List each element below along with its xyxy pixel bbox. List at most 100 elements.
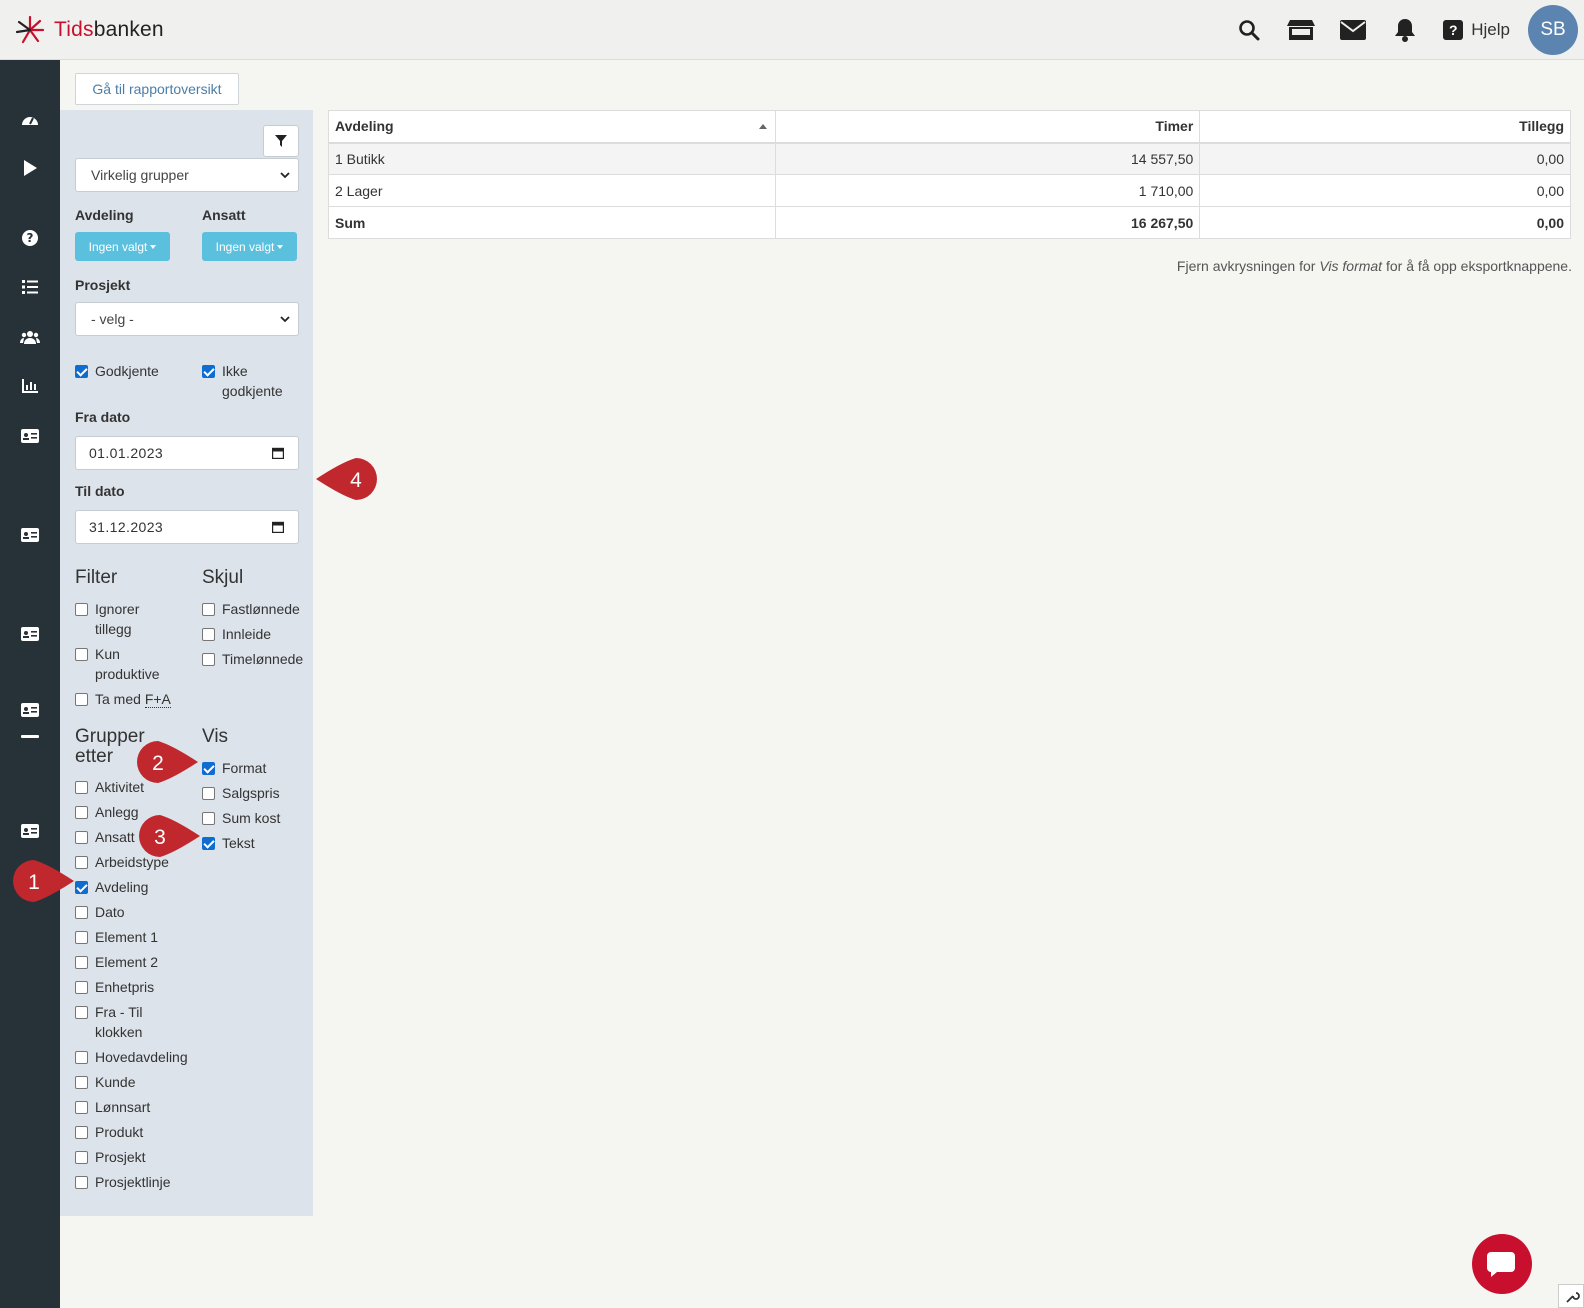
group-hovedavdeling-checkbox[interactable] [75,1051,88,1064]
search-icon[interactable] [1223,0,1275,60]
cell-timer: 14 557,50 [774,142,1201,175]
group-arbeidstype-checkbox[interactable] [75,856,88,869]
innleide-checkbox[interactable] [202,628,215,641]
kun-produktive-checkbox[interactable] [75,648,88,661]
id-card-icon-5[interactable] [20,821,40,841]
vis-format-checkbox[interactable] [202,762,215,775]
group-element2-label: Element 2 [95,954,159,970]
vis-sum-kost-checkbox[interactable] [202,812,215,825]
wrench-icon[interactable] [1558,1284,1584,1308]
help-link[interactable]: ? Hjelp [1443,20,1510,40]
dashboard-icon[interactable] [20,110,40,130]
group-hovedavdeling-label: Hovedavdeling [95,1049,188,1065]
timelonnede-label: Timelønnede [222,651,304,667]
group-dato-checkbox[interactable] [75,906,88,919]
id-card-icon-4[interactable] [20,700,40,720]
group-lonnsart-checkbox[interactable] [75,1101,88,1114]
group-prosjektlinje-checkbox[interactable] [75,1176,88,1189]
group-ansatt-checkbox[interactable] [75,831,88,844]
fra-dato-input[interactable]: 01.01.2023 [75,436,299,470]
caret-down-icon [150,244,157,249]
vis-heading: Vis [202,726,229,747]
group-anlegg-checkbox[interactable] [75,806,88,819]
chevron-down-icon [280,316,290,323]
prosjekt-select[interactable]: - velg - [75,302,299,336]
ignorer-tillegg-checkbox[interactable] [75,603,88,616]
vis-salgspris-checkbox[interactable] [202,787,215,800]
group-element1-checkbox[interactable] [75,931,88,944]
group-ansatt-label: Ansatt [95,829,135,845]
group-element2-checkbox[interactable] [75,956,88,969]
help-icon: ? [1443,20,1464,40]
table-row: 1 Butikk 14 557,50 0,00 [328,142,1571,175]
avatar[interactable]: SB [1528,5,1578,55]
column-header-tillegg[interactable]: Tillegg [1199,110,1571,144]
goto-report-overview-button[interactable]: Gå til rapportoversikt [75,73,239,105]
column-header-timer[interactable]: Timer [774,110,1201,144]
cell-avdeling: 1 Butikk [328,142,776,175]
logo-icon [15,15,45,44]
logo[interactable]: Tidsbanken [14,14,164,46]
callout-marker-2-label: 2 [152,752,164,775]
calendar-icon[interactable] [272,447,284,459]
ta-med-fa-label: Ta med F+A [95,691,171,708]
callout-marker-2: 2 [137,741,198,783]
fastlonnede-checkbox[interactable] [202,603,215,616]
godkjente-checkbox[interactable] [75,365,88,378]
group-avdeling-checkbox[interactable] [75,881,88,894]
caret-down-icon [277,244,284,249]
vis-salgspris-label: Salgspris [222,785,280,801]
fra-dato-label: Fra dato [75,409,131,425]
chevron-down-icon [280,172,290,179]
vis-tekst-label: Tekst [222,835,255,851]
vis-tekst-checkbox[interactable] [202,837,215,850]
avdeling-dropdown[interactable]: Ingen valgt [75,232,170,261]
ta-med-fa-checkbox[interactable] [75,693,88,706]
minus-icon[interactable] [20,727,40,747]
cell-tillegg: 0,00 [1199,174,1571,207]
group-kunde-checkbox[interactable] [75,1076,88,1089]
group-produkt-checkbox[interactable] [75,1126,88,1139]
mail-icon[interactable] [1327,0,1379,60]
vis-format-label: Format [222,760,267,776]
ikke-godkjente-checkbox[interactable] [202,365,215,378]
group-fra-til-checkbox[interactable] [75,1006,88,1019]
question-icon[interactable]: ? [20,228,40,248]
users-icon[interactable] [20,327,40,347]
id-card-icon-2[interactable] [20,525,40,545]
callout-marker-3-label: 3 [154,826,166,849]
group-lonnsart-label: Lønnsart [95,1099,151,1115]
play-icon[interactable] [20,158,40,178]
list-icon[interactable] [20,277,40,297]
svg-text:?: ? [27,231,34,245]
innleide-label: Innleide [222,626,272,642]
chat-button[interactable] [1472,1234,1532,1294]
group-aktivitet-checkbox[interactable] [75,781,88,794]
prosjekt-label: Prosjekt [75,277,131,293]
group-enhetpris-checkbox[interactable] [75,981,88,994]
filter-button[interactable] [263,125,299,157]
column-header-avdeling[interactable]: Avdeling [328,110,776,144]
ansatt-dropdown[interactable]: Ingen valgt [202,232,297,261]
group-kunde-label: Kunde [95,1074,136,1090]
callout-marker-3: 3 [139,815,200,857]
table-row: 2 Lager 1 710,00 0,00 [328,174,1571,207]
table-sum-row: Sum 16 267,50 0,00 [328,206,1571,239]
ansatt-label: Ansatt [202,207,246,223]
cell-avdeling: Sum [328,206,776,239]
calendar-icon[interactable] [272,521,284,533]
id-card-icon-3[interactable] [20,624,40,644]
ikke-godkjente-label: Ikke godkjente [222,363,283,399]
group-dato-label: Dato [95,904,125,920]
store-icon[interactable] [1275,0,1327,60]
timelonnede-checkbox[interactable] [202,653,215,666]
chart-icon[interactable] [20,376,40,396]
id-card-icon[interactable] [20,426,40,446]
export-hint-text: Fjern avkrysningen for Vis format for å … [1176,258,1572,274]
til-dato-input[interactable]: 31.12.2023 [75,510,299,544]
logo-text: Tidsbanken [54,18,164,41]
cell-timer: 16 267,50 [774,206,1201,239]
group-prosjekt-checkbox[interactable] [75,1151,88,1164]
bell-icon[interactable] [1379,0,1431,60]
group-type-select[interactable]: Virkelig grupper [75,158,299,192]
